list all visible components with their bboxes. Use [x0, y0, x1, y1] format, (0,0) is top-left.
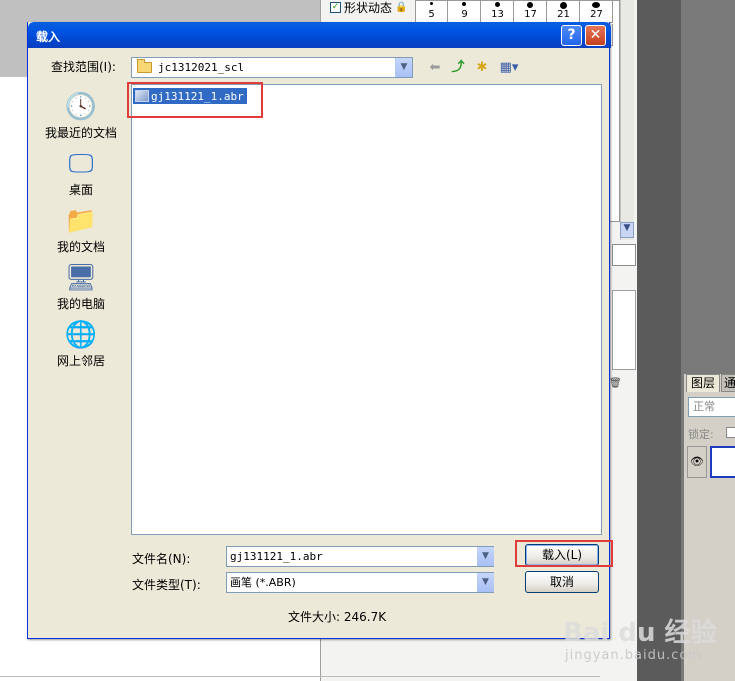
brush-tip-dot	[560, 2, 567, 9]
place-recent-documents[interactable]: 🕓 我最近的文档	[37, 92, 125, 141]
dialog-title: 载入	[36, 30, 61, 44]
my-computer-icon: 🖥	[64, 263, 98, 293]
place-desktop[interactable]: 🖵 桌面	[37, 149, 125, 198]
place-my-documents[interactable]: 📁 我的文档	[37, 206, 125, 255]
places-bar: 🕓 我最近的文档 🖵 桌面 📁 我的文档 🖥 我的电脑 🌐 网上邻居	[37, 84, 125, 599]
look-in-value: jc1312021_scl	[158, 61, 245, 74]
brush-size-label: 13	[491, 9, 504, 20]
new-folder-icon[interactable]: ✱	[473, 59, 491, 77]
place-my-computer[interactable]: 🖥 我的电脑	[37, 263, 125, 312]
brush-tip-cell[interactable]: 5	[416, 1, 448, 23]
brush-tip-cell[interactable]: 27	[581, 1, 613, 23]
visibility-eye-icon[interactable]: 👁	[687, 446, 707, 478]
my-documents-icon: 📁	[64, 206, 98, 236]
chevron-down-icon[interactable]: ▼	[395, 58, 412, 77]
dialog-titlebar[interactable]: 载入 ? ✕	[28, 22, 611, 48]
tab-channels[interactable]: 通	[721, 374, 735, 392]
brush-size-label: 21	[557, 9, 570, 20]
cancel-button[interactable]: 取消	[525, 571, 599, 593]
shape-dynamics-option[interactable]: ✓ 形状动态 🔒	[330, 0, 407, 15]
brush-tip-cell[interactable]: 13	[482, 1, 514, 23]
recent-documents-icon: 🕓	[64, 92, 98, 122]
watermark-logo: Bai du 经验	[563, 618, 717, 648]
blend-mode-select[interactable]: 正常	[688, 397, 735, 417]
brush-tip-cell[interactable]: 9	[449, 1, 481, 23]
back-icon[interactable]: ⬅	[426, 59, 444, 77]
brush-tip-dot	[462, 2, 466, 6]
file-size-text: 文件大小: 246.7K	[288, 610, 387, 624]
tab-layers[interactable]: 图层	[686, 374, 720, 392]
brush-tip-dot	[592, 2, 600, 8]
brush-size-label: 27	[590, 9, 603, 20]
file-list[interactable]: gj131121_1.abr	[131, 84, 602, 535]
chevron-down-icon[interactable]: ▼	[477, 547, 494, 566]
shape-dynamics-label: 形状动态	[344, 0, 393, 15]
look-in-label: 查找范围(I):	[51, 60, 116, 74]
brush-tip-dot	[495, 2, 500, 7]
workspace-dark-strip	[637, 0, 681, 681]
place-label: 桌面	[68, 183, 93, 197]
annotation-highlight-load	[515, 540, 613, 567]
lock-icon[interactable]: 🔒	[395, 2, 407, 13]
place-label: 我最近的文档	[44, 126, 117, 140]
divider	[0, 676, 600, 677]
watermark-url: jingyan.baidu.com	[565, 648, 702, 663]
brush-size-label: 17	[524, 9, 537, 20]
baidu-watermark: Bai du 经验 jingyan.baidu.com	[563, 612, 723, 672]
trash-icon[interactable]: 🗑	[609, 378, 622, 389]
place-network[interactable]: 🌐 网上邻居	[37, 320, 125, 369]
brush-size-label: 9	[461, 9, 468, 20]
scroll-down-arrow-icon[interactable]: ▼	[620, 222, 634, 238]
chevron-down-icon[interactable]: ▼	[477, 573, 494, 592]
close-button[interactable]: ✕	[585, 25, 606, 46]
filename-label: 文件名(N):	[132, 552, 191, 566]
lock-label: 锁定:	[688, 428, 714, 441]
layer-thumbnail[interactable]	[710, 446, 735, 478]
look-in-combobox[interactable]: jc1312021_scl ▼	[131, 57, 413, 78]
brush-tip-dot	[430, 2, 433, 5]
filetype-select[interactable]: 画笔 (*.ABR)	[226, 572, 494, 593]
annotation-highlight-file	[127, 82, 263, 118]
place-label: 我的文档	[56, 240, 105, 254]
brush-grid-scrollbar[interactable]	[620, 0, 634, 240]
filename-input[interactable]: gj131121_1.abr	[226, 546, 494, 567]
network-places-icon: 🌐	[64, 320, 98, 350]
lock-transparency-checkbox[interactable]	[726, 427, 735, 438]
brush-tip-cell[interactable]: 21	[548, 1, 580, 23]
view-menu-icon[interactable]: ▦▾	[496, 59, 522, 77]
brush-tip-cell[interactable]: 17	[515, 1, 547, 23]
filetype-label: 文件类型(T):	[132, 578, 201, 592]
desktop-icon: 🖵	[68, 149, 94, 179]
help-button[interactable]: ?	[561, 25, 582, 46]
folder-icon	[137, 59, 152, 73]
brush-tip-dot	[527, 2, 533, 8]
brush-option-field[interactable]	[612, 244, 636, 266]
place-label: 网上邻居	[56, 354, 105, 368]
up-folder-icon[interactable]: ⤴	[449, 59, 467, 77]
load-dialog: 载入 ? ✕ 查找范围(I): jc1312021_scl ▼ ⬅ ⤴ ✱ ▦▾…	[27, 22, 613, 639]
brush-size-label: 5	[428, 9, 435, 20]
shape-dynamics-checkbox[interactable]: ✓	[330, 1, 341, 13]
brush-preview-box	[612, 290, 636, 370]
place-label: 我的电脑	[56, 297, 105, 311]
